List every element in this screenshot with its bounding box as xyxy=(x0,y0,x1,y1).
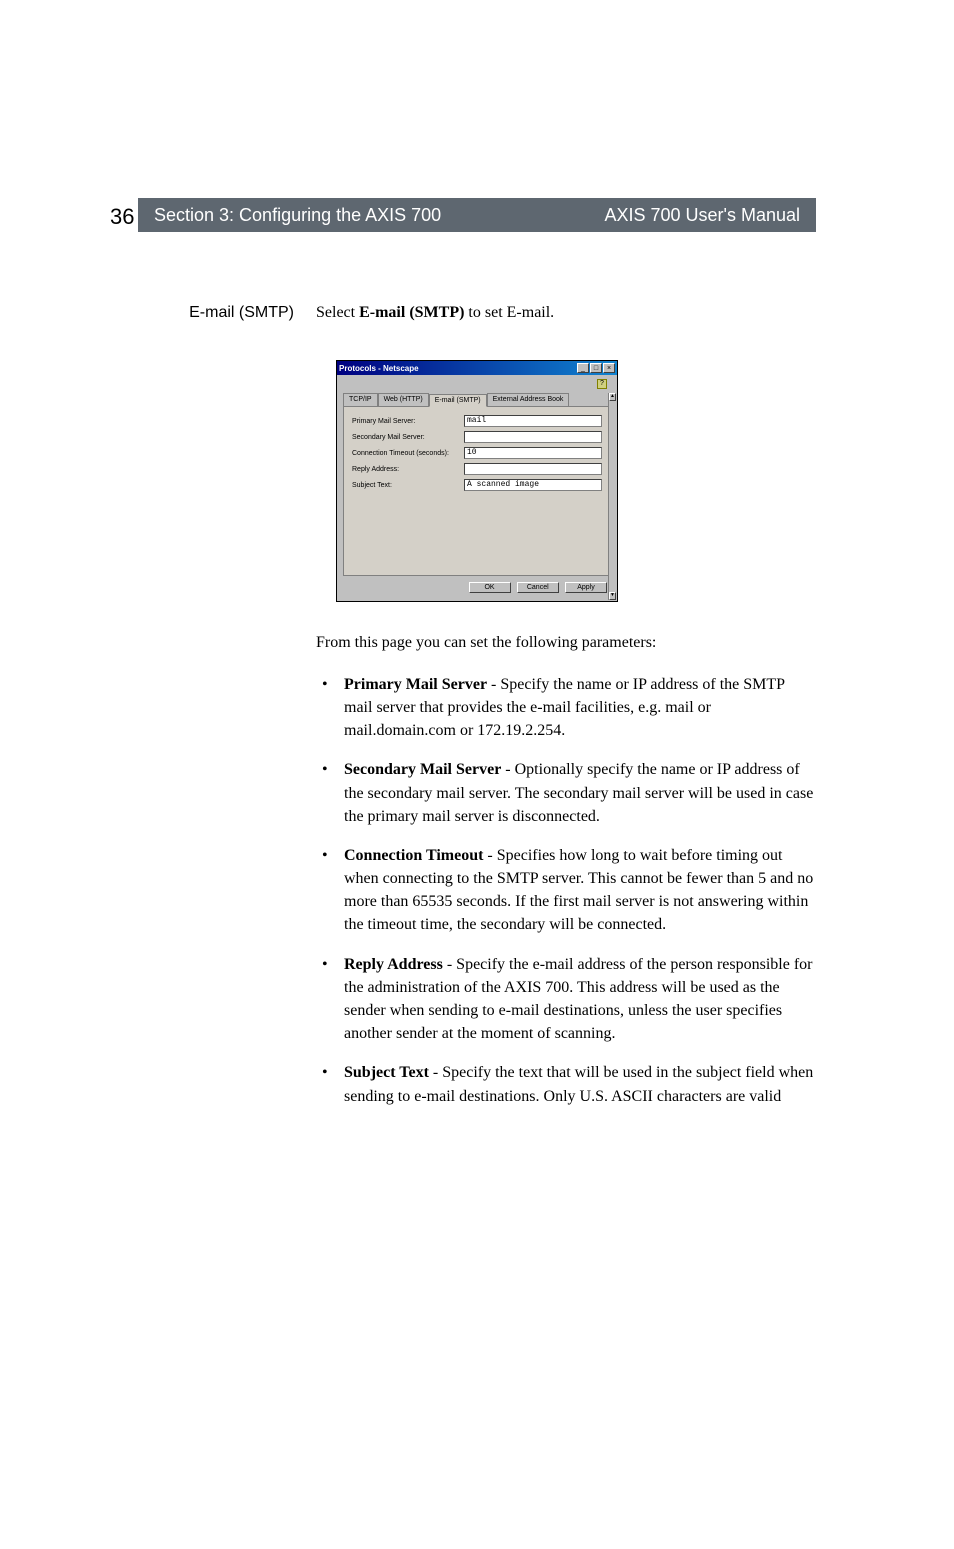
bullet-primary-mail-server: Primary Mail Server xyxy=(344,676,487,693)
window-titlebar: Protocols - Netscape _ □ × xyxy=(337,361,617,375)
tab-email-smtp[interactable]: E-mail (SMTP) xyxy=(429,394,487,407)
manual-title: AXIS 700 User's Manual xyxy=(604,205,816,226)
bullet-reply-address: Reply Address xyxy=(344,956,443,973)
reply-address-input[interactable] xyxy=(464,463,602,475)
maximize-button[interactable]: □ xyxy=(590,363,602,373)
reply-address-label: Reply Address: xyxy=(352,466,464,473)
intro-suffix: to set E-mail. xyxy=(464,304,554,321)
minimize-button[interactable]: _ xyxy=(577,363,589,373)
primary-mail-server-input[interactable]: mail xyxy=(464,415,602,427)
help-icon[interactable]: ? xyxy=(597,379,607,389)
ok-button[interactable]: OK xyxy=(469,582,511,593)
list-item: Subject Text - Specify the text that wil… xyxy=(316,1061,816,1107)
secondary-mail-server-label: Secondary Mail Server: xyxy=(352,434,464,441)
intro-bold: E-mail (SMTP) xyxy=(359,304,464,321)
list-item: Connection Timeout - Specifies how long … xyxy=(316,844,816,937)
secondary-mail-server-input[interactable] xyxy=(464,431,602,443)
parameters-intro: From this page you can set the following… xyxy=(316,632,816,654)
tab-strip: TCP/IP Web (HTTP) E-mail (SMTP) External… xyxy=(343,393,611,407)
primary-mail-server-label: Primary Mail Server: xyxy=(352,418,464,425)
dialog-actions: OK Cancel Apply xyxy=(343,576,611,595)
parameters-list: Primary Mail Server - Specify the name o… xyxy=(316,673,816,1108)
close-button[interactable]: × xyxy=(603,363,615,373)
cancel-button[interactable]: Cancel xyxy=(517,582,559,593)
email-smtp-panel: Primary Mail Server: mail Secondary Mail… xyxy=(343,407,611,576)
tab-tcpip[interactable]: TCP/IP xyxy=(343,393,378,406)
bullet-subject-text: Subject Text xyxy=(344,1064,429,1081)
protocols-window: Protocols - Netscape _ □ × ? TCP/IP Web … xyxy=(336,360,618,602)
side-label-email-smtp: E-mail (SMTP) xyxy=(138,302,316,324)
tab-web-http[interactable]: Web (HTTP) xyxy=(378,393,429,406)
tab-external-address-book[interactable]: External Address Book xyxy=(487,393,570,406)
connection-timeout-input[interactable]: 10 xyxy=(464,447,602,459)
list-item: Secondary Mail Server - Optionally speci… xyxy=(316,758,816,828)
page-header: 36 Section 3: Configuring the AXIS 700 A… xyxy=(138,198,816,232)
bullet-secondary-mail-server: Secondary Mail Server xyxy=(344,761,501,778)
intro-text: Select E-mail (SMTP) to set E-mail. xyxy=(316,302,816,324)
bullet-connection-timeout: Connection Timeout xyxy=(344,847,483,864)
subject-text-input[interactable]: A scanned image xyxy=(464,479,602,491)
intro-prefix: Select xyxy=(316,304,359,321)
scrollbar[interactable]: ▲ ▼ xyxy=(608,393,616,600)
subject-text-label: Subject Text: xyxy=(352,482,464,489)
connection-timeout-label: Connection Timeout (seconds): xyxy=(352,450,464,457)
scroll-up-icon[interactable]: ▲ xyxy=(609,393,616,401)
apply-button[interactable]: Apply xyxy=(565,582,607,593)
scroll-down-icon[interactable]: ▼ xyxy=(609,592,616,600)
page-number: 36 xyxy=(110,204,134,230)
list-item: Primary Mail Server - Specify the name o… xyxy=(316,673,816,743)
window-title: Protocols - Netscape xyxy=(339,364,576,373)
section-title: Section 3: Configuring the AXIS 700 xyxy=(138,205,441,226)
list-item: Reply Address - Specify the e-mail addre… xyxy=(316,953,816,1046)
